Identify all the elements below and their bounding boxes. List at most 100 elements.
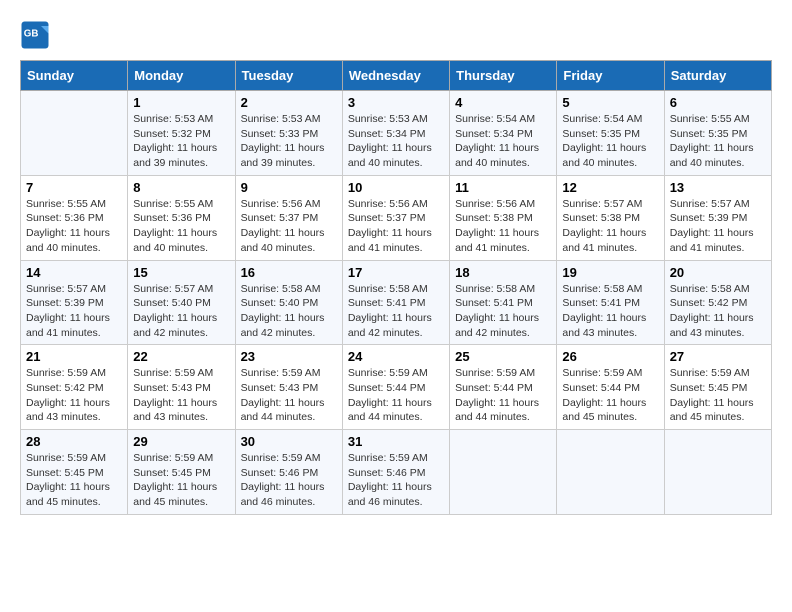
day-detail: Sunrise: 5:57 AM Sunset: 5:40 PM Dayligh… [133,282,229,341]
day-number: 11 [455,180,551,195]
day-cell: 13Sunrise: 5:57 AM Sunset: 5:39 PM Dayli… [664,175,771,260]
day-cell: 3 Sunrise: 5:53 AM Sunset: 5:34 PM Daylig… [342,91,449,176]
day-cell: 21 Sunrise: 5:59 AM Sunset: 5:42 PM Dayli… [21,345,128,430]
day-number: 8 [133,180,229,195]
day-cell [557,430,664,515]
col-header-tuesday: Tuesday [235,61,342,91]
day-number: 12 [562,180,658,195]
day-number: 28 [26,434,122,449]
day-cell: 26 Sunrise: 5:59 AM Sunset: 5:44 PM Dayli… [557,345,664,430]
day-cell: 9 Sunrise: 5:56 AM Sunset: 5:37 PM Daylig… [235,175,342,260]
day-number: 4 [455,95,551,110]
col-header-sunday: Sunday [21,61,128,91]
day-cell: 15 Sunrise: 5:57 AM Sunset: 5:40 PM Dayli… [128,260,235,345]
day-number: 22 [133,349,229,364]
day-detail: Sunrise: 5:59 AM Sunset: 5:46 PM Dayligh… [241,451,337,510]
day-detail: Sunrise: 5:59 AM Sunset: 5:44 PM Dayligh… [348,366,444,425]
day-detail: Sunrise: 5:53 AM Sunset: 5:33 PM Dayligh… [241,112,337,171]
day-cell: 23 Sunrise: 5:59 AM Sunset: 5:43 PM Dayli… [235,345,342,430]
day-number: 23 [241,349,337,364]
day-cell: 20 Sunrise: 5:58 AM Sunset: 5:42 PM Dayli… [664,260,771,345]
day-number: 31 [348,434,444,449]
day-detail: Sunrise: 5:57 AM Sunset: 5:39 PM Dayligh… [26,282,122,341]
day-cell [450,430,557,515]
day-detail: Sunrise: 5:59 AM Sunset: 5:44 PM Dayligh… [455,366,551,425]
day-number: 5 [562,95,658,110]
header: GB [20,20,772,50]
day-number: 15 [133,265,229,280]
day-cell: 27 Sunrise: 5:59 AM Sunset: 5:45 PM Dayli… [664,345,771,430]
day-detail: Sunrise: 5:59 AM Sunset: 5:43 PM Dayligh… [133,366,229,425]
day-cell: 18Sunrise: 5:58 AM Sunset: 5:41 PM Dayli… [450,260,557,345]
day-detail: Sunrise: 5:59 AM Sunset: 5:45 PM Dayligh… [670,366,766,425]
day-number: 2 [241,95,337,110]
week-row-3: 14Sunrise: 5:57 AM Sunset: 5:39 PM Dayli… [21,260,772,345]
day-number: 9 [241,180,337,195]
day-cell: 4 Sunrise: 5:54 AM Sunset: 5:34 PM Daylig… [450,91,557,176]
day-number: 13 [670,180,766,195]
day-number: 21 [26,349,122,364]
day-cell: 19 Sunrise: 5:58 AM Sunset: 5:41 PM Dayli… [557,260,664,345]
day-detail: Sunrise: 5:58 AM Sunset: 5:40 PM Dayligh… [241,282,337,341]
day-cell: 22 Sunrise: 5:59 AM Sunset: 5:43 PM Dayli… [128,345,235,430]
day-number: 1 [133,95,229,110]
day-cell: 5 Sunrise: 5:54 AM Sunset: 5:35 PM Daylig… [557,91,664,176]
day-detail: Sunrise: 5:58 AM Sunset: 5:41 PM Dayligh… [348,282,444,341]
day-cell: 31 Sunrise: 5:59 AM Sunset: 5:46 PM Dayli… [342,430,449,515]
calendar-table: SundayMondayTuesdayWednesdayThursdayFrid… [20,60,772,515]
day-number: 27 [670,349,766,364]
day-number: 18 [455,265,551,280]
day-cell: 7 Sunrise: 5:55 AM Sunset: 5:36 PM Daylig… [21,175,128,260]
day-cell: 24 Sunrise: 5:59 AM Sunset: 5:44 PM Dayli… [342,345,449,430]
day-cell: 17Sunrise: 5:58 AM Sunset: 5:41 PM Dayli… [342,260,449,345]
day-cell [664,430,771,515]
svg-text:GB: GB [24,29,39,40]
day-detail: Sunrise: 5:56 AM Sunset: 5:38 PM Dayligh… [455,197,551,256]
day-number: 24 [348,349,444,364]
day-number: 26 [562,349,658,364]
day-detail: Sunrise: 5:55 AM Sunset: 5:35 PM Dayligh… [670,112,766,171]
day-cell: 30 Sunrise: 5:59 AM Sunset: 5:46 PM Dayli… [235,430,342,515]
day-detail: Sunrise: 5:58 AM Sunset: 5:42 PM Dayligh… [670,282,766,341]
logo: GB [20,20,54,50]
col-header-saturday: Saturday [664,61,771,91]
day-detail: Sunrise: 5:56 AM Sunset: 5:37 PM Dayligh… [241,197,337,256]
day-detail: Sunrise: 5:55 AM Sunset: 5:36 PM Dayligh… [133,197,229,256]
week-row-4: 21 Sunrise: 5:59 AM Sunset: 5:42 PM Dayli… [21,345,772,430]
header-row: SundayMondayTuesdayWednesdayThursdayFrid… [21,61,772,91]
day-detail: Sunrise: 5:54 AM Sunset: 5:34 PM Dayligh… [455,112,551,171]
day-cell: 25 Sunrise: 5:59 AM Sunset: 5:44 PM Dayli… [450,345,557,430]
day-cell: 29Sunrise: 5:59 AM Sunset: 5:45 PM Dayli… [128,430,235,515]
week-row-5: 28 Sunrise: 5:59 AM Sunset: 5:45 PM Dayli… [21,430,772,515]
day-detail: Sunrise: 5:55 AM Sunset: 5:36 PM Dayligh… [26,197,122,256]
day-cell: 6Sunrise: 5:55 AM Sunset: 5:35 PM Daylig… [664,91,771,176]
col-header-wednesday: Wednesday [342,61,449,91]
day-detail: Sunrise: 5:59 AM Sunset: 5:45 PM Dayligh… [133,451,229,510]
day-number: 25 [455,349,551,364]
day-cell: 2 Sunrise: 5:53 AM Sunset: 5:33 PM Daylig… [235,91,342,176]
day-cell: 1 Sunrise: 5:53 AM Sunset: 5:32 PM Daylig… [128,91,235,176]
day-cell: 11 Sunrise: 5:56 AM Sunset: 5:38 PM Dayli… [450,175,557,260]
day-detail: Sunrise: 5:59 AM Sunset: 5:42 PM Dayligh… [26,366,122,425]
day-number: 30 [241,434,337,449]
day-detail: Sunrise: 5:59 AM Sunset: 5:43 PM Dayligh… [241,366,337,425]
day-cell: 10Sunrise: 5:56 AM Sunset: 5:37 PM Dayli… [342,175,449,260]
day-number: 19 [562,265,658,280]
day-detail: Sunrise: 5:54 AM Sunset: 5:35 PM Dayligh… [562,112,658,171]
day-cell: 8 Sunrise: 5:55 AM Sunset: 5:36 PM Daylig… [128,175,235,260]
day-cell: 28 Sunrise: 5:59 AM Sunset: 5:45 PM Dayli… [21,430,128,515]
day-cell: 16Sunrise: 5:58 AM Sunset: 5:40 PM Dayli… [235,260,342,345]
day-detail: Sunrise: 5:53 AM Sunset: 5:32 PM Dayligh… [133,112,229,171]
day-detail: Sunrise: 5:53 AM Sunset: 5:34 PM Dayligh… [348,112,444,171]
day-detail: Sunrise: 5:58 AM Sunset: 5:41 PM Dayligh… [562,282,658,341]
day-detail: Sunrise: 5:59 AM Sunset: 5:44 PM Dayligh… [562,366,658,425]
week-row-1: 1 Sunrise: 5:53 AM Sunset: 5:32 PM Daylig… [21,91,772,176]
day-number: 3 [348,95,444,110]
day-detail: Sunrise: 5:59 AM Sunset: 5:46 PM Dayligh… [348,451,444,510]
day-number: 20 [670,265,766,280]
day-cell: 12Sunrise: 5:57 AM Sunset: 5:38 PM Dayli… [557,175,664,260]
day-cell [21,91,128,176]
day-detail: Sunrise: 5:59 AM Sunset: 5:45 PM Dayligh… [26,451,122,510]
logo-icon: GB [20,20,50,50]
day-number: 7 [26,180,122,195]
